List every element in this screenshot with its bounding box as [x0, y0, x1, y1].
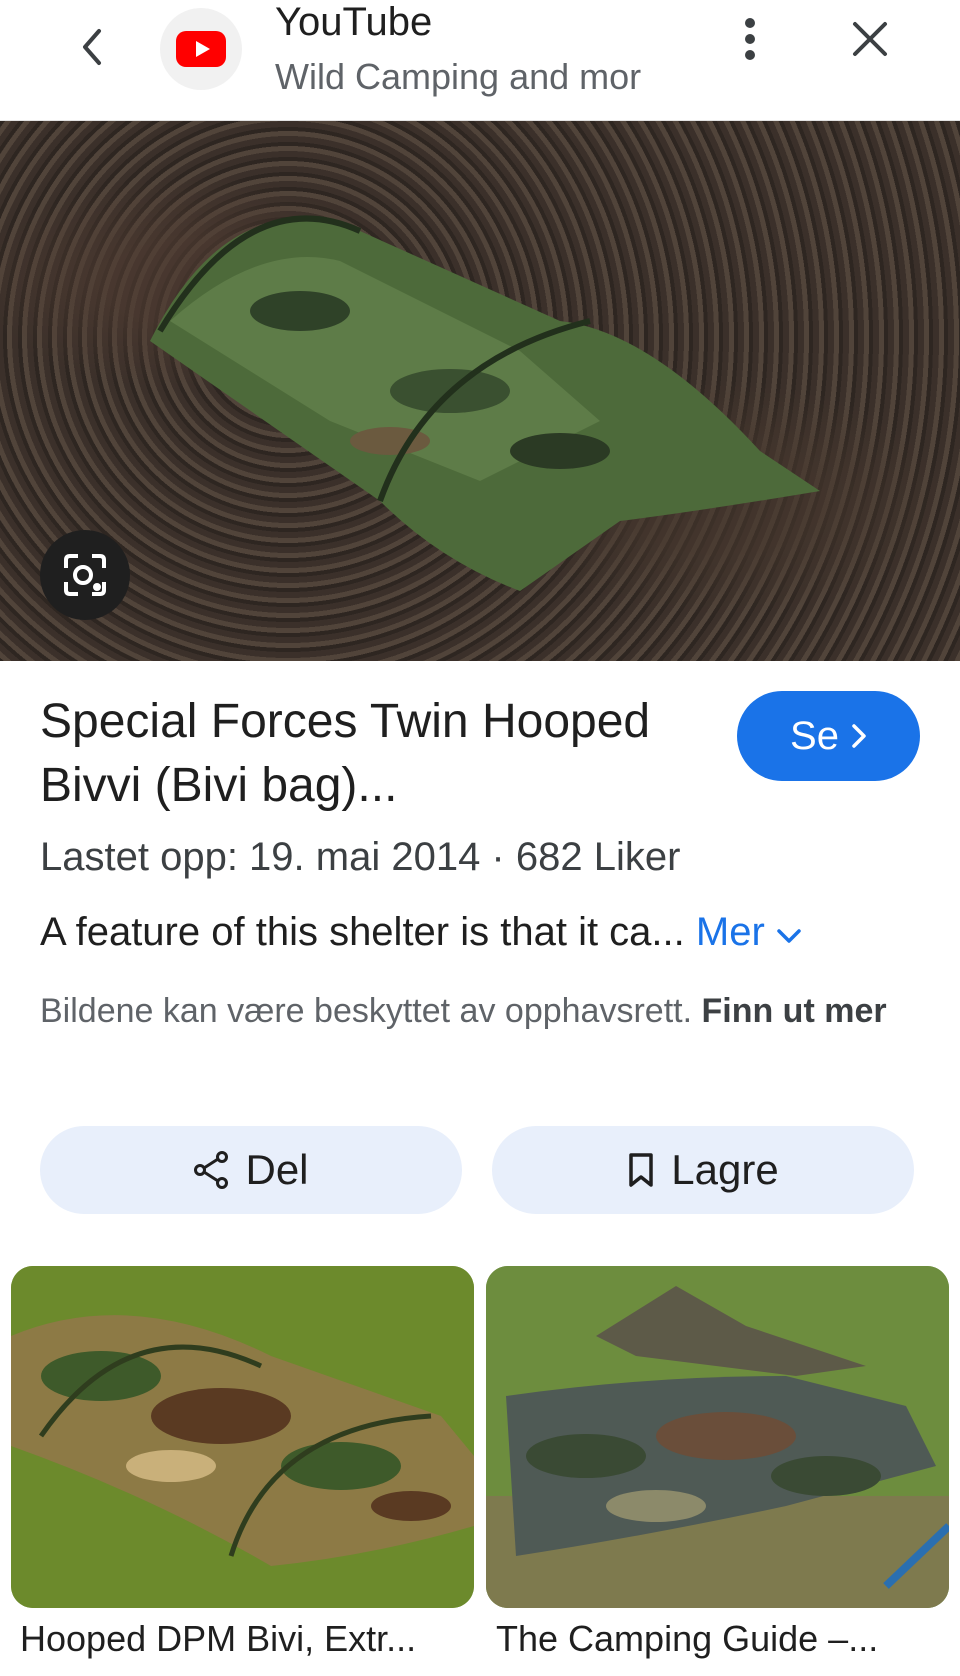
- result-meta: Lastet opp: 19. mai 2014 · 682 Liker: [40, 835, 681, 879]
- chevron-right-icon: [852, 724, 866, 748]
- result-title[interactable]: Special Forces Twin Hooped Bivvi (Bivi b…: [40, 690, 720, 818]
- bivvi-tent-image: [150, 215, 820, 591]
- related-caption[interactable]: The Camping Guide –...: [496, 1618, 946, 1660]
- bookmark-icon: [629, 1153, 654, 1187]
- more-vert-icon: [745, 18, 755, 60]
- back-button[interactable]: [70, 22, 114, 72]
- save-button[interactable]: Lagre: [492, 1126, 914, 1214]
- chevron-left-icon: [83, 29, 101, 65]
- lens-button[interactable]: [40, 530, 130, 620]
- more-button[interactable]: Mer: [696, 910, 802, 954]
- copyright-text: Bildene kan være beskyttet av opphavsret…: [40, 992, 693, 1030]
- related-caption[interactable]: Hooped DPM Bivi, Extr...: [20, 1618, 470, 1660]
- close-icon: [853, 22, 887, 56]
- youtube-icon: [176, 31, 226, 67]
- site-name[interactable]: YouTube: [275, 0, 432, 45]
- watch-label: Se: [790, 713, 839, 758]
- result-description: A feature of this shelter is that it ca.…: [40, 910, 920, 955]
- camo-bivvi-image: [11, 1266, 474, 1608]
- page-title[interactable]: Wild Camping and mor: [275, 56, 675, 98]
- copyright-notice: Bildene kan være beskyttet av opphavsret…: [40, 985, 920, 1037]
- chevron-down-icon: [777, 929, 801, 943]
- related-image[interactable]: [486, 1266, 949, 1608]
- source-logo: [160, 8, 242, 90]
- google-lens-icon: [64, 554, 106, 596]
- more-options-button[interactable]: [730, 14, 770, 64]
- learn-more-link[interactable]: Finn ut mer: [701, 992, 886, 1030]
- related-image[interactable]: [11, 1266, 474, 1608]
- share-icon: [194, 1151, 229, 1189]
- more-label: Mer: [695, 910, 765, 954]
- share-label: Del: [245, 1146, 309, 1193]
- main-image[interactable]: [0, 121, 960, 661]
- close-button[interactable]: [845, 14, 895, 64]
- watch-button[interactable]: Se: [737, 691, 920, 781]
- save-label: Lagre: [671, 1146, 779, 1193]
- share-button[interactable]: Del: [40, 1126, 462, 1214]
- description-text: A feature of this shelter is that it ca.…: [40, 910, 685, 954]
- camo-bivvi-grass-image: [486, 1266, 949, 1608]
- top-bar: YouTube Wild Camping and mor: [0, 0, 960, 121]
